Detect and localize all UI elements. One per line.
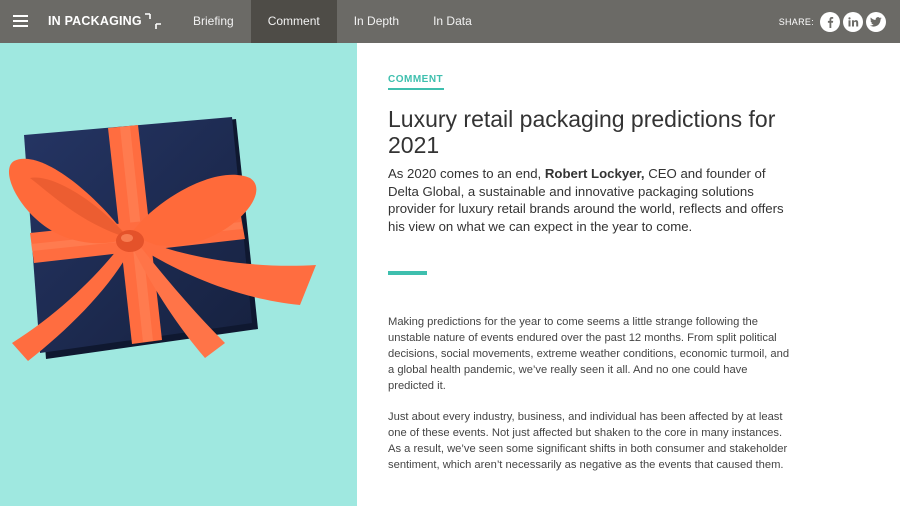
- linkedin-icon[interactable]: [843, 11, 863, 32]
- hero-image: [0, 43, 357, 506]
- section-divider: [388, 271, 427, 275]
- article-title: Luxury retail packaging predictions for …: [388, 106, 776, 158]
- share-label: SHARE:: [778, 16, 814, 27]
- nav-in-depth[interactable]: In Depth: [337, 0, 416, 43]
- standfirst-intro: As 2020 comes to an end,: [388, 166, 545, 181]
- main-nav: Briefing Comment In Depth In Data: [176, 0, 489, 43]
- site-logo[interactable]: IN PACKAGING: [48, 13, 142, 30]
- twitter-icon[interactable]: [866, 11, 886, 32]
- category-underline: [388, 88, 444, 90]
- nav-comment[interactable]: Comment: [250, 0, 337, 43]
- hamburger-menu-icon[interactable]: [13, 15, 28, 27]
- body-paragraph: Making predictions for the year to come …: [388, 316, 790, 392]
- facebook-icon[interactable]: [820, 11, 840, 32]
- author-name: Robert Lockyer,: [544, 166, 645, 181]
- share-bar: SHARE:: [779, 11, 886, 32]
- body-paragraph: Just about every industry, business, and…: [388, 411, 788, 471]
- nav-briefing[interactable]: Briefing: [176, 0, 251, 43]
- gift-box-illustration: [8, 117, 316, 361]
- nav-in-data[interactable]: In Data: [416, 0, 489, 43]
- article-body: Making predictions for the year to come …: [388, 314, 793, 488]
- logo-bracket-icon: [145, 13, 161, 29]
- top-navigation-bar: IN PACKAGING Briefing Comment In Depth I…: [0, 0, 900, 43]
- article-standfirst: As 2020 comes to an end, Robert Lockyer,…: [388, 165, 788, 235]
- category-label[interactable]: COMMENT: [388, 74, 443, 85]
